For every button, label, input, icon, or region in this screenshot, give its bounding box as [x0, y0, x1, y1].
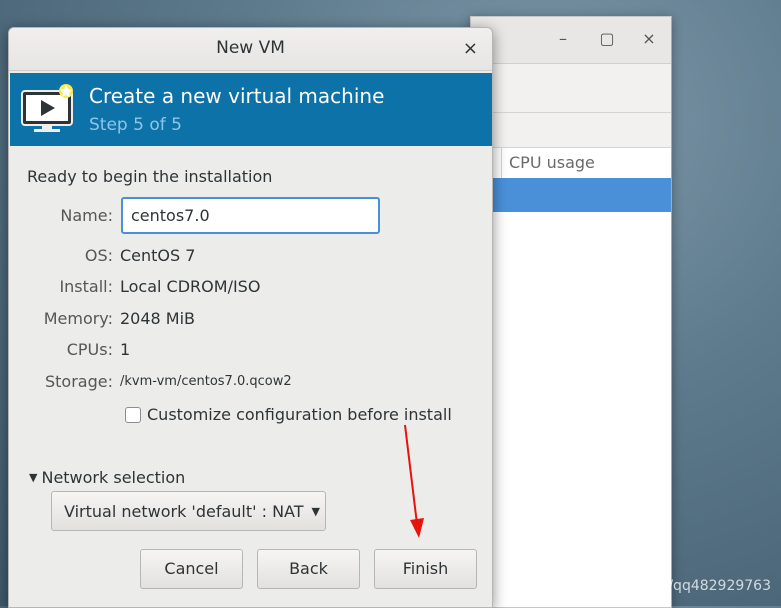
background-titlebar: – ▢ × — [471, 17, 671, 64]
network-selection-expander[interactable]: ▼ Network selection — [29, 468, 185, 487]
ready-heading: Ready to begin the installation — [27, 167, 273, 186]
cpu-usage-column-header[interactable]: CPU usage — [509, 153, 595, 172]
network-source-value: Virtual network 'default' : NAT — [64, 501, 304, 521]
customize-config-checkbox[interactable] — [125, 406, 141, 423]
memory-label: Memory: — [43, 309, 113, 328]
watermark: https://blog.csdn.net/qq482929763 — [523, 578, 771, 594]
dialog-content: Ready to begin the installation Name: OS… — [9, 146, 492, 607]
back-button[interactable]: Back — [257, 549, 360, 589]
dialog-titlebar: New VM × — [9, 28, 492, 71]
cancel-button[interactable]: Cancel — [140, 549, 243, 589]
vm-name-input[interactable] — [121, 197, 380, 234]
selected-vm-row[interactable] — [471, 178, 671, 212]
maximize-icon[interactable]: ▢ — [597, 29, 617, 48]
install-value: Local CDROM/ISO — [120, 277, 261, 296]
os-value: CentOS 7 — [120, 246, 196, 265]
cpus-label: CPUs: — [66, 340, 113, 359]
os-label: OS: — [84, 246, 113, 265]
wizard-title: Create a new virtual machine — [89, 84, 385, 108]
chevron-down-icon: ▼ — [311, 504, 320, 518]
network-selection-label[interactable]: Network selection — [41, 468, 185, 487]
finish-button[interactable]: Finish — [374, 549, 477, 589]
background-vm-list — [471, 212, 671, 607]
background-toolbar — [471, 64, 671, 113]
cpus-value: 1 — [120, 340, 131, 359]
memory-value: 2048 MiB — [120, 309, 196, 328]
storage-label: Storage: — [45, 372, 113, 391]
expander-arrow-icon: ▼ — [29, 471, 38, 484]
background-manager-window: – ▢ × CPU usage — [470, 16, 672, 608]
close-icon[interactable]: × — [463, 38, 478, 59]
close-icon[interactable]: × — [639, 29, 659, 48]
column-divider — [501, 148, 502, 178]
customize-config-option[interactable]: Customize configuration before install — [125, 405, 452, 424]
install-label: Install: — [59, 277, 113, 296]
background-list-header: CPU usage — [471, 147, 671, 179]
wizard-banner: Create a new virtual machine Step 5 of 5 — [10, 73, 492, 146]
customize-config-label[interactable]: Customize configuration before install — [147, 405, 452, 424]
wizard-step: Step 5 of 5 — [89, 115, 182, 135]
storage-value: /kvm-vm/centos7.0.qcow2 — [120, 374, 292, 389]
new-vm-dialog: New VM × Create a new virtual machine St… — [8, 27, 493, 608]
name-label: Name: — [60, 206, 113, 225]
network-source-dropdown[interactable]: Virtual network 'default' : NAT ▼ — [51, 491, 326, 531]
monitor-play-icon — [21, 84, 73, 132]
minimize-icon[interactable]: – — [553, 29, 573, 48]
dialog-title: New VM — [216, 38, 285, 58]
